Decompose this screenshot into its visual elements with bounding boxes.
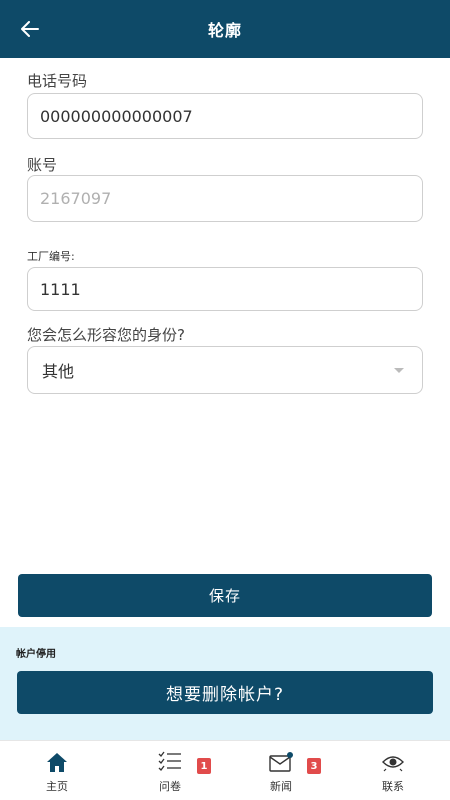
questionnaire-badge: 1 xyxy=(197,758,211,774)
chevron-down-icon xyxy=(394,368,404,373)
identity-selected-value: 其他 xyxy=(42,362,75,381)
factory-label: 工厂编号: xyxy=(27,250,75,263)
back-button[interactable] xyxy=(14,13,46,45)
phone-field[interactable]: 000000000000007 xyxy=(27,93,423,139)
tab-home[interactable]: 主页 xyxy=(12,741,102,800)
checklist-icon xyxy=(158,751,181,771)
page-title: 轮廓 xyxy=(207,21,242,40)
tab-home-label: 主页 xyxy=(46,780,68,793)
tab-contact-label: 联系 xyxy=(382,780,404,793)
account-deactivation-section: 帐户停用 想要删除帐户? xyxy=(0,627,450,740)
tab-questionnaire-label: 问卷 xyxy=(159,780,181,793)
identity-select[interactable]: 其他 xyxy=(27,346,423,394)
tab-contact[interactable]: 联系 xyxy=(348,741,438,800)
envelope-icon xyxy=(269,752,293,772)
identity-label: 您会怎么形容您的身份? xyxy=(27,326,185,344)
tab-questionnaire[interactable]: 1 问卷 xyxy=(125,741,215,800)
tab-news-label: 新闻 xyxy=(270,780,292,793)
bottom-tab-bar: 主页 1 问卷 3 新闻 联系 xyxy=(0,740,450,800)
app-header: 轮廓 xyxy=(0,0,450,58)
account-field[interactable]: 2167097 xyxy=(27,175,423,222)
save-button[interactable]: 保存 xyxy=(18,574,432,617)
phone-label: 电话号码 xyxy=(27,72,88,90)
phone-value: 000000000000007 xyxy=(40,106,193,126)
tab-news[interactable]: 3 新闻 xyxy=(236,741,326,800)
factory-value: 1111 xyxy=(40,279,81,299)
home-icon xyxy=(47,752,67,772)
delete-account-button[interactable]: 想要删除帐户? xyxy=(17,671,433,714)
contact-eye-icon xyxy=(382,756,404,772)
factory-field[interactable]: 1111 xyxy=(27,267,423,311)
arrow-left-icon xyxy=(21,21,39,37)
account-placeholder: 2167097 xyxy=(40,189,112,208)
account-label: 账号 xyxy=(27,156,58,174)
deactivation-label: 帐户停用 xyxy=(16,649,56,660)
news-badge: 3 xyxy=(307,758,321,774)
